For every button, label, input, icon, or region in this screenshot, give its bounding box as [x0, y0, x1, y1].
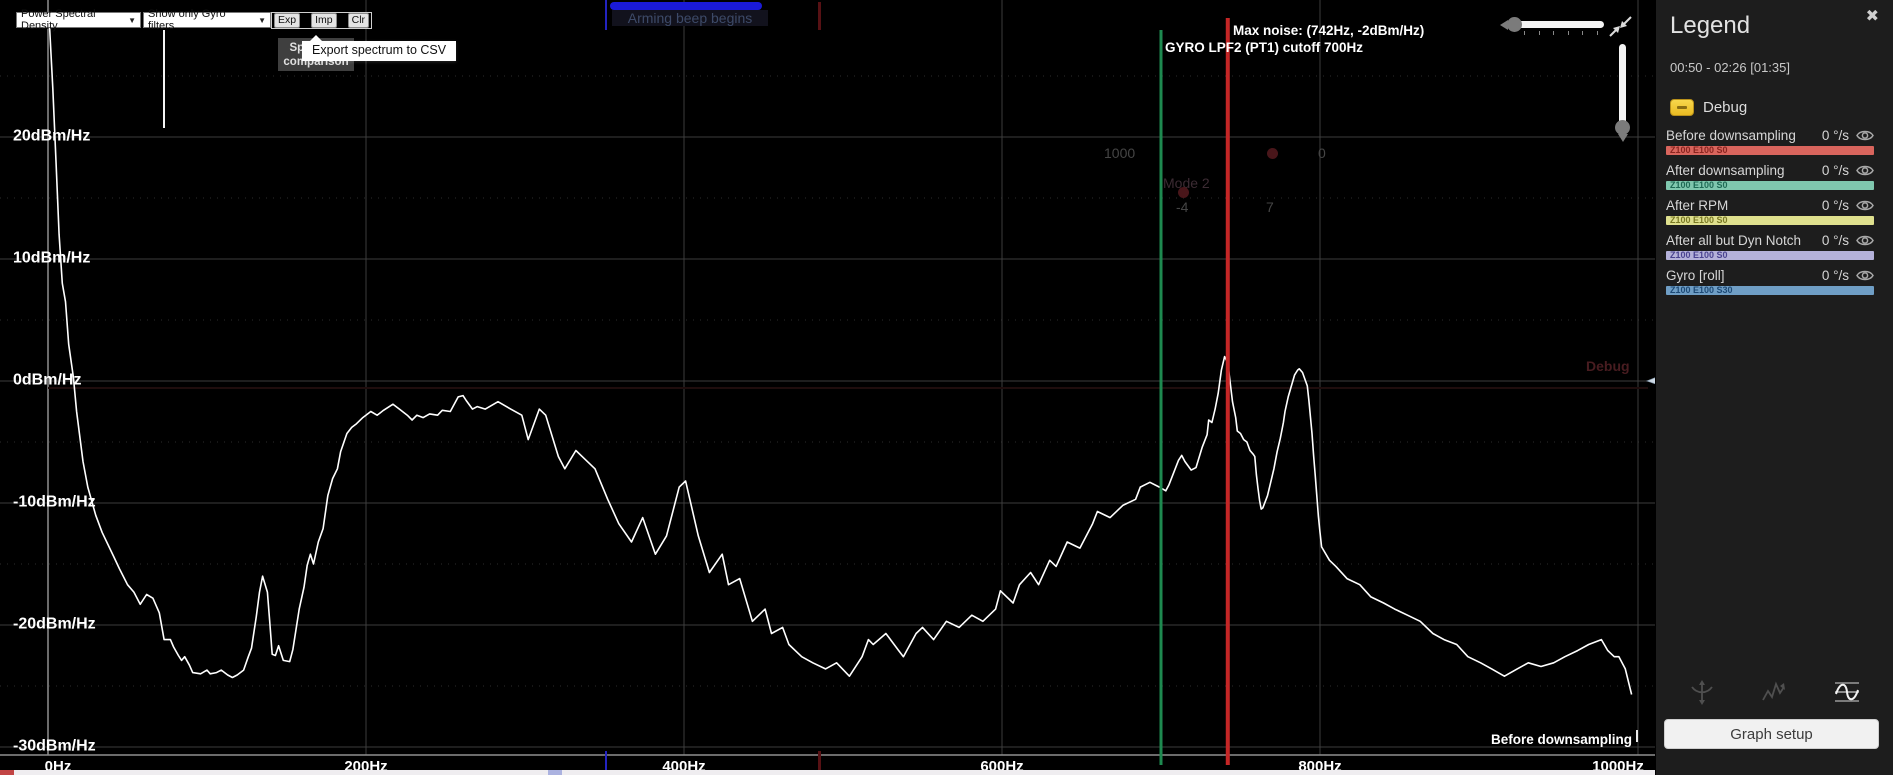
y-axis-label: 0dBm/Hz [13, 371, 81, 389]
ghost-dot [1267, 148, 1278, 159]
legend-entry[interactable]: After RPM 0 °/s Z100 E100 S0 [1666, 197, 1874, 225]
log-time-range: 00:50 - 02:26 [01:35] [1670, 60, 1790, 75]
clear-button[interactable]: Clr [348, 13, 369, 28]
ghost-value-0: 0 [1318, 145, 1326, 161]
spectrum-chart: 20dBm/Hz 10dBm/Hz 0dBm/Hz -10dBm/Hz -20dBm/H… [0, 0, 1655, 775]
trace-value: 0 °/s [1822, 198, 1849, 213]
y-axis-label: -10dBm/Hz [13, 493, 96, 511]
slider-tick [1524, 31, 1525, 35]
trace-color-bar: Z100 E100 S0 [1666, 146, 1874, 155]
arming-beep-label: Arming beep begins [612, 10, 768, 26]
slider-tick [1568, 31, 1569, 35]
trace-value: 0 °/s [1822, 268, 1849, 283]
seek-marker-red [0, 770, 14, 775]
sidebar-tools [1656, 678, 1893, 706]
graph-setup-button[interactable]: Graph setup [1664, 719, 1879, 749]
y-axis-label: 10dBm/Hz [13, 249, 90, 267]
trace-color-bar: Z100 E100 S0 [1666, 181, 1874, 190]
ghost-value-neg4: -4 [1176, 199, 1188, 215]
tooltip-arrow [310, 35, 322, 41]
chevron-down-icon: ▼ [128, 16, 136, 25]
analyser-type-select[interactable]: Power Spectral Density ▼ [16, 12, 141, 28]
horizontal-zoom-knob-point [1500, 20, 1508, 30]
y-axis-label: -20dBm/Hz [13, 615, 96, 633]
chevron-down-icon: ▼ [258, 16, 266, 25]
vertical-zoom-knob-point [1618, 134, 1628, 142]
eye-icon[interactable] [1856, 269, 1874, 282]
event-tick-blue-bottom [605, 751, 607, 770]
slider-tick [1553, 31, 1554, 35]
filter-view-select[interactable]: Show only Gyro filters ▼ [143, 12, 271, 28]
trace-value: 0 °/s [1822, 233, 1849, 248]
close-icon[interactable]: ✖ [1866, 6, 1879, 26]
seek-marker-blue [548, 770, 562, 775]
waveform-icon[interactable] [1761, 678, 1787, 706]
max-noise-label: Max noise: (742Hz, -2dBm/Hz) [1233, 23, 1424, 38]
export-button[interactable]: Exp [274, 13, 300, 28]
zoom-vertical-icon[interactable] [1689, 678, 1715, 706]
filter-view-value: Show only Gyro filters [148, 8, 254, 32]
horizontal-zoom-knob[interactable] [1507, 17, 1522, 32]
legend-group-label: Debug [1703, 99, 1747, 116]
trace-name: After all but Dyn Notch [1666, 233, 1822, 248]
ghost-dot [1178, 187, 1189, 198]
selected-trace-label[interactable]: Before downsampling [1377, 732, 1632, 747]
slider-tick [1597, 31, 1598, 35]
time-cursor-line[interactable] [163, 30, 165, 128]
trace-color-bar: Z100 E100 S0 [1666, 216, 1874, 225]
legend-entry[interactable]: Gyro [roll] 0 °/s Z100 E100 S30 [1666, 267, 1874, 295]
slider-tick [1582, 31, 1583, 35]
event-marker-bar-blue [610, 2, 762, 10]
legend-title: Legend [1670, 12, 1750, 40]
eye-icon[interactable] [1856, 234, 1874, 247]
tooltip-text: Export spectrum to CSV [312, 43, 446, 57]
eye-icon[interactable] [1856, 164, 1874, 177]
trace-name: Gyro [roll] [1666, 268, 1822, 283]
vertical-zoom-knob[interactable] [1615, 120, 1630, 135]
spectrum-curve [50, 27, 1632, 694]
event-tick-red-top [818, 2, 821, 30]
trace-name: After RPM [1666, 198, 1822, 213]
ghost-debug-label: Debug [1586, 358, 1630, 374]
collapse-group-button[interactable] [1670, 99, 1694, 116]
y-axis-label: 20dBm/Hz [13, 127, 90, 145]
trace-color-bar: Z100 E100 S0 [1666, 251, 1874, 260]
trace-label-tick [1636, 730, 1638, 742]
spectrum-analyser-icon[interactable] [1833, 678, 1861, 706]
legend-entry[interactable]: After all but Dyn Notch 0 °/s Z100 E100 … [1666, 232, 1874, 260]
event-tick-blue-top [605, 0, 607, 30]
y-axis-label: -30dBm/Hz [13, 737, 96, 755]
event-tick-red-bottom [818, 751, 821, 770]
analyser-type-value: Power Spectral Density [21, 8, 124, 32]
legend-entry[interactable]: Before downsampling 0 °/s Z100 E100 S0 [1666, 127, 1874, 155]
trace-name: Before downsampling [1666, 128, 1822, 143]
legend-entries: Before downsampling 0 °/s Z100 E100 S0 A… [1666, 127, 1874, 302]
legend-group-row: Debug [1670, 99, 1747, 116]
eye-icon[interactable] [1856, 129, 1874, 142]
ghost-value-7: 7 [1266, 199, 1274, 215]
slider-tick [1539, 31, 1540, 35]
minus-icon [1677, 106, 1687, 109]
lpf-cutoff-label: GYRO LPF2 (PT1) cutoff 700Hz [1165, 40, 1363, 55]
legend-entry[interactable]: After downsampling 0 °/s Z100 E100 S0 [1666, 162, 1874, 190]
spectrum-button-group: Exp Imp Clr [271, 12, 372, 29]
trace-value: 0 °/s [1822, 163, 1849, 178]
trace-color-bar: Z100 E100 S30 [1666, 286, 1874, 295]
legend-sidebar: Legend ✖ 00:50 - 02:26 [01:35] Debug Bef… [1655, 0, 1893, 775]
ghost-value-1000: 1000 [1104, 145, 1135, 161]
spectrum-plot [0, 0, 1655, 775]
horizontal-zoom-slider[interactable] [1513, 21, 1604, 28]
import-button[interactable]: Imp [311, 13, 337, 28]
export-tooltip: Export spectrum to CSV [302, 41, 456, 61]
seek-bar[interactable] [0, 770, 1655, 775]
trace-name: After downsampling [1666, 163, 1822, 178]
trace-value: 0 °/s [1822, 128, 1849, 143]
collapse-icon[interactable] [1606, 14, 1634, 38]
eye-icon[interactable] [1856, 199, 1874, 212]
